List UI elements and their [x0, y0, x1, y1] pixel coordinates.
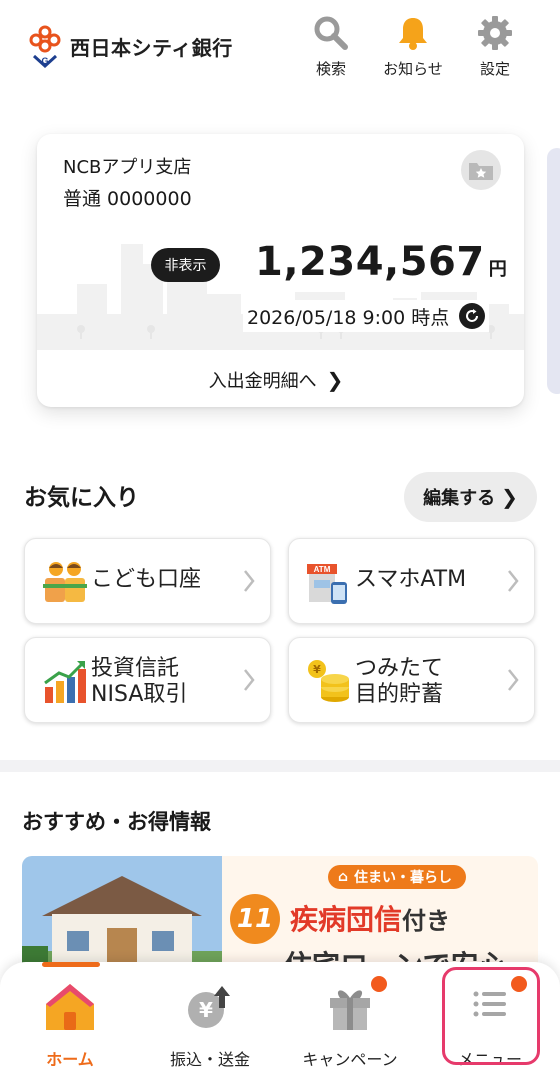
refresh-icon — [466, 309, 479, 322]
balance-timestamp: 2026/05/18 9:00 時点 — [243, 300, 490, 332]
chevron-right-icon — [508, 570, 519, 592]
app-header: G 西日本シティ銀行 検索 お知らせ 設定 — [0, 0, 560, 100]
nav-campaign-label: キャンペーン — [302, 1050, 398, 1069]
favorite-tile-kids-account[interactable]: こども口座 — [24, 538, 271, 624]
menu-notification-dot — [511, 976, 527, 992]
hide-balance-button[interactable]: 非表示 — [151, 248, 220, 282]
banner-number-badge: 11 — [230, 894, 280, 944]
gear-icon — [478, 16, 512, 50]
svg-text:ATM: ATM — [314, 565, 331, 574]
account-card[interactable]: NCBアプリ支店 普通 0000000 非表示 1,234,567 円 2026… — [37, 134, 524, 407]
refresh-button[interactable] — [459, 303, 486, 329]
coins-icon: ¥ — [308, 660, 349, 702]
favorite-tile-smartphone-atm[interactable]: ATM スマホATM — [288, 538, 535, 624]
edit-favorites-label: 編集する — [423, 488, 496, 509]
favorite-tile-savings-goal[interactable]: ¥ つみたて 目的貯蓄 — [288, 637, 535, 723]
svg-text:¥: ¥ — [313, 663, 321, 676]
nav-home-label: ホーム — [46, 1050, 94, 1069]
yen-transfer-icon: ¥ — [188, 986, 230, 1028]
next-card-peek[interactable] — [547, 148, 560, 394]
kids-icon — [43, 562, 87, 602]
star-folder-icon — [469, 163, 493, 180]
search-label: 検索 — [315, 60, 346, 78]
bank-logo: G 西日本シティ銀行 — [26, 24, 233, 68]
home-icon — [46, 984, 94, 1030]
investment-chart-icon — [44, 661, 86, 703]
favorites-title: お気に入り — [24, 485, 139, 511]
balance-currency: 円 — [488, 259, 507, 280]
banner-category-tag: ⌂ 住まい・暮らし — [328, 865, 467, 889]
settings-label: 設定 — [479, 60, 510, 78]
settings-button[interactable]: 設定 — [460, 14, 530, 84]
favorite-account-button[interactable] — [461, 150, 501, 190]
nav-transfer-label: 振込・送金 — [169, 1050, 250, 1069]
chevron-right-icon — [244, 669, 255, 691]
branch-name: NCBアプリ支店 — [59, 154, 196, 182]
edit-favorites-button[interactable]: 編集する ❯ — [404, 472, 537, 522]
tile-label-line2: 目的貯蓄 — [355, 682, 444, 707]
chevron-right-icon: ❯ — [326, 368, 344, 392]
banner-tag-label: 住まい・暮らし — [354, 870, 453, 886]
banner-headline-highlight: 疾病団信 — [290, 903, 403, 936]
gift-icon — [330, 990, 370, 1030]
search-icon — [314, 16, 348, 50]
bell-icon — [399, 18, 427, 50]
notifications-button[interactable]: お知らせ — [378, 14, 448, 84]
balance-display: 1,234,567 円 — [247, 232, 515, 292]
chevron-right-icon — [508, 669, 519, 691]
transaction-history-label: 入出金明細へ — [208, 371, 317, 392]
tile-label-line1: つみたて — [355, 656, 444, 681]
account-number: 普通 0000000 — [59, 184, 196, 214]
tile-label: スマホATM — [355, 567, 467, 592]
tile-label-line1: 投資信託 — [91, 656, 180, 681]
house-icon: ⌂ — [338, 869, 349, 885]
balance-amount: 1,234,567 — [255, 239, 485, 285]
tile-label: こども口座 — [91, 567, 202, 592]
timestamp-text: 2026/05/18 9:00 時点 — [247, 306, 450, 329]
bank-logo-icon: G — [29, 25, 61, 68]
nav-active-indicator — [42, 962, 100, 967]
nav-campaign[interactable]: キャンペーン — [285, 974, 415, 1074]
nav-home[interactable]: ホーム — [5, 974, 135, 1074]
section-divider — [0, 760, 560, 772]
notifications-label: お知らせ — [383, 60, 443, 78]
chevron-right-icon: ❯ — [501, 485, 518, 509]
favorite-tile-investment-trust-nisa[interactable]: 投資信託 NISA取引 — [24, 637, 271, 723]
transaction-history-link[interactable]: 入出金明細へ ❯ — [141, 358, 411, 402]
atm-icon: ATM — [307, 564, 347, 604]
svg-text:¥: ¥ — [199, 998, 213, 1022]
chevron-right-icon — [244, 570, 255, 592]
banner-headline-rest: 付き — [402, 907, 451, 935]
campaign-notification-dot — [371, 976, 387, 992]
svg-text:G: G — [41, 56, 48, 66]
nav-transfer[interactable]: ¥ 振込・送金 — [145, 974, 275, 1074]
bank-name: 西日本シティ銀行 — [70, 35, 233, 60]
recommend-title: おすすめ・お得情報 — [22, 810, 211, 834]
tile-label-line2: NISA取引 — [91, 682, 188, 707]
banner-headline: 疾病団信付き — [290, 898, 450, 938]
search-button[interactable]: 検索 — [296, 14, 366, 84]
